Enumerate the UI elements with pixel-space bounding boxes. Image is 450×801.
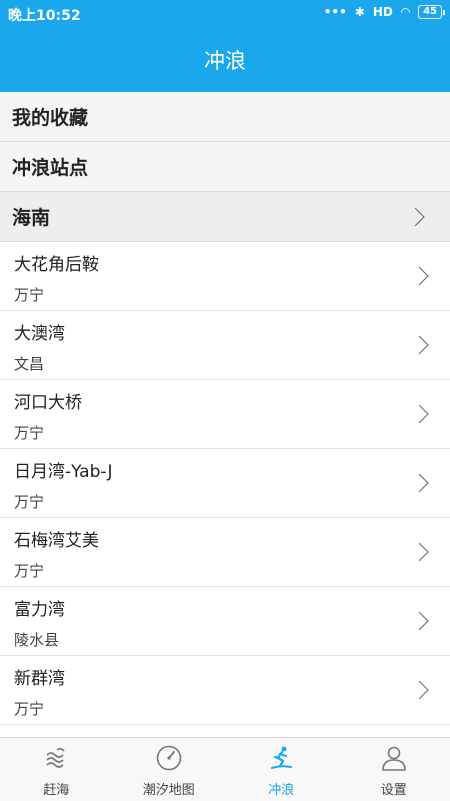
spot-list-item[interactable]: 石梅湾艾美 万宁	[0, 518, 450, 587]
spot-name: 日月湾-Yab-J	[14, 457, 112, 482]
status-icons: ••• ✱ HD ◠ 45	[324, 5, 442, 19]
tab-surf[interactable]: 冲浪	[225, 738, 338, 801]
surf-spots-label: 冲浪站点	[12, 153, 88, 180]
spot-name: 大澳湾	[14, 319, 65, 344]
user-icon	[380, 744, 408, 772]
spot-location: 万宁	[14, 284, 44, 305]
my-favorites-label: 我的收藏	[12, 103, 88, 130]
chevron-right-icon	[410, 405, 428, 423]
region-label: 海南	[12, 203, 50, 230]
spot-list-item[interactable]: 河口大桥 万宁	[0, 380, 450, 449]
spot-name: 大花角后鞍	[14, 250, 99, 275]
tab-settings[interactable]: 设置	[338, 738, 450, 801]
tab-beach-combing[interactable]: 赶海	[0, 738, 113, 801]
surfer-icon	[267, 744, 295, 772]
waves-icon	[42, 744, 70, 772]
spot-location: 陵水县	[14, 629, 59, 650]
main-content: 我的收藏 冲浪站点 海南 大花角后鞍 万宁 大澳湾 文昌 河口大桥 万宁 日月湾…	[0, 92, 450, 737]
region-header-hainan[interactable]: 海南	[0, 192, 450, 242]
spot-list-item[interactable]: 新群湾 万宁	[0, 656, 450, 725]
bluetooth-icon: ✱	[355, 5, 365, 19]
spot-location: 文昌	[14, 353, 44, 374]
spot-location: 万宁	[14, 491, 44, 512]
spot-location: 万宁	[14, 560, 44, 581]
gauge-icon	[155, 744, 183, 772]
chevron-right-icon	[410, 612, 428, 630]
app-header: 冲浪	[0, 28, 450, 92]
battery-icon: 45	[418, 5, 442, 19]
tab-tide-map[interactable]: 潮汐地图	[113, 738, 226, 801]
chevron-right-icon	[410, 267, 428, 285]
spot-name: 富力湾	[14, 595, 65, 620]
spot-name: 石梅湾艾美	[14, 526, 99, 551]
signal-icon: HD	[373, 5, 393, 19]
tab-label: 赶海	[43, 779, 69, 798]
spot-name: 河口大桥	[14, 388, 82, 413]
tab-label: 设置	[381, 779, 407, 798]
status-bar: 晚上10:52 ••• ✱ HD ◠ 45	[0, 0, 450, 28]
spot-name: 新群湾	[14, 664, 65, 689]
chevron-right-icon	[410, 681, 428, 699]
spot-list-item[interactable]: 富力湾 陵水县	[0, 587, 450, 656]
tab-label: 冲浪	[268, 779, 294, 798]
chevron-right-icon	[410, 336, 428, 354]
chevron-right-icon	[410, 474, 428, 492]
status-time: 晚上10:52	[8, 5, 81, 25]
spot-location: 万宁	[14, 422, 44, 443]
chevron-right-icon	[410, 543, 428, 561]
tab-label: 潮汐地图	[143, 779, 195, 798]
chevron-right-icon	[406, 207, 424, 225]
page-title: 冲浪	[204, 45, 246, 75]
spot-list-item[interactable]: 日月湾-Yab-J 万宁	[0, 449, 450, 518]
spot-list-item[interactable]: 大澳湾 文昌	[0, 311, 450, 380]
surf-spots-item[interactable]: 冲浪站点	[0, 142, 450, 192]
more-dots-icon: •••	[324, 5, 347, 19]
my-favorites-item[interactable]: 我的收藏	[0, 92, 450, 142]
spot-location: 万宁	[14, 698, 44, 719]
bottom-tab-bar: 赶海 潮汐地图 冲浪 设置	[0, 737, 450, 801]
spot-list-item[interactable]: 大花角后鞍 万宁	[0, 242, 450, 311]
wifi-icon: ◠	[401, 5, 410, 19]
